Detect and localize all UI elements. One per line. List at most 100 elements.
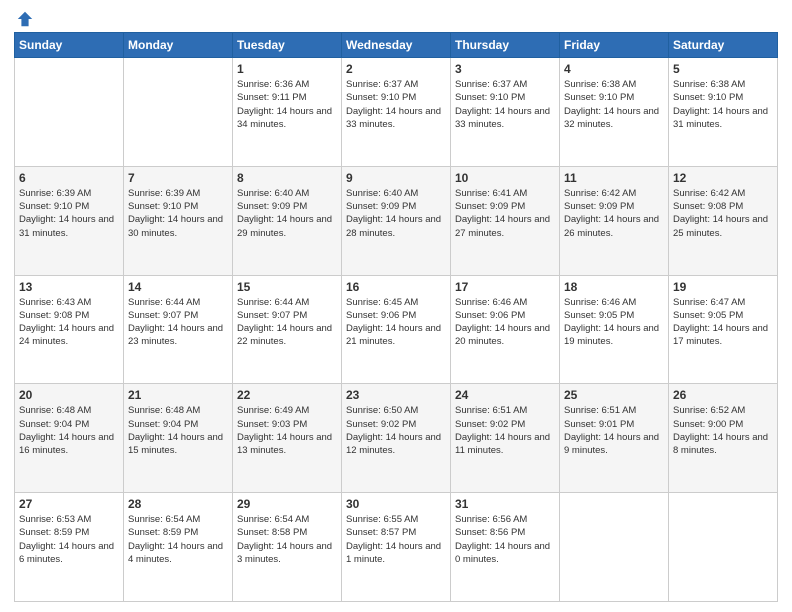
calendar-cell: 29 Sunrise: 6:54 AMSunset: 8:58 PMDayligh… — [233, 493, 342, 602]
day-number: 23 — [346, 388, 446, 402]
calendar-cell: 18 Sunrise: 6:46 AMSunset: 9:05 PMDayligh… — [560, 275, 669, 384]
day-number: 20 — [19, 388, 119, 402]
day-info: Sunrise: 6:52 AMSunset: 9:00 PMDaylight:… — [673, 404, 773, 457]
calendar-cell: 1 Sunrise: 6:36 AMSunset: 9:11 PMDaylight… — [233, 58, 342, 167]
calendar-cell — [560, 493, 669, 602]
col-header-sunday: Sunday — [15, 33, 124, 58]
day-number: 3 — [455, 62, 555, 76]
day-number: 15 — [237, 280, 337, 294]
day-number: 26 — [673, 388, 773, 402]
day-info: Sunrise: 6:40 AMSunset: 9:09 PMDaylight:… — [346, 187, 446, 240]
day-number: 29 — [237, 497, 337, 511]
calendar-cell — [15, 58, 124, 167]
day-number: 1 — [237, 62, 337, 76]
calendar-cell: 19Sunrise: 6:47 AMSunset: 9:05 PMDayligh… — [669, 275, 778, 384]
calendar-week-row: 1 Sunrise: 6:36 AMSunset: 9:11 PMDaylight… — [15, 58, 778, 167]
calendar-week-row: 20 Sunrise: 6:48 AMSunset: 9:04 PMDayligh… — [15, 384, 778, 493]
day-info: Sunrise: 6:38 AMSunset: 9:10 PMDaylight:… — [673, 78, 773, 131]
calendar-cell: 11 Sunrise: 6:42 AMSunset: 9:09 PMDayligh… — [560, 166, 669, 275]
day-info: Sunrise: 6:42 AMSunset: 9:08 PMDaylight:… — [673, 187, 773, 240]
day-number: 8 — [237, 171, 337, 185]
col-header-saturday: Saturday — [669, 33, 778, 58]
day-info: Sunrise: 6:54 AMSunset: 8:58 PMDaylight:… — [237, 513, 337, 566]
calendar-cell: 7 Sunrise: 6:39 AMSunset: 9:10 PMDaylight… — [124, 166, 233, 275]
day-number: 14 — [128, 280, 228, 294]
day-info: Sunrise: 6:49 AMSunset: 9:03 PMDaylight:… — [237, 404, 337, 457]
calendar-cell: 20 Sunrise: 6:48 AMSunset: 9:04 PMDayligh… — [15, 384, 124, 493]
calendar-cell — [669, 493, 778, 602]
day-number: 5 — [673, 62, 773, 76]
calendar-cell: 16 Sunrise: 6:45 AMSunset: 9:06 PMDayligh… — [342, 275, 451, 384]
calendar-week-row: 6 Sunrise: 6:39 AMSunset: 9:10 PMDaylight… — [15, 166, 778, 275]
day-info: Sunrise: 6:43 AMSunset: 9:08 PMDaylight:… — [19, 296, 119, 349]
day-number: 21 — [128, 388, 228, 402]
day-info: Sunrise: 6:39 AMSunset: 9:10 PMDaylight:… — [128, 187, 228, 240]
logo — [14, 10, 34, 24]
day-number: 6 — [19, 171, 119, 185]
header — [14, 10, 778, 24]
day-number: 19 — [673, 280, 773, 294]
calendar-cell: 31 Sunrise: 6:56 AMSunset: 8:56 PMDayligh… — [451, 493, 560, 602]
day-number: 18 — [564, 280, 664, 294]
calendar-cell: 8 Sunrise: 6:40 AMSunset: 9:09 PMDaylight… — [233, 166, 342, 275]
day-info: Sunrise: 6:45 AMSunset: 9:06 PMDaylight:… — [346, 296, 446, 349]
day-number: 27 — [19, 497, 119, 511]
calendar-cell: 9 Sunrise: 6:40 AMSunset: 9:09 PMDaylight… — [342, 166, 451, 275]
calendar-cell: 15Sunrise: 6:44 AMSunset: 9:07 PMDayligh… — [233, 275, 342, 384]
page: SundayMondayTuesdayWednesdayThursdayFrid… — [0, 0, 792, 612]
day-info: Sunrise: 6:36 AMSunset: 9:11 PMDaylight:… — [237, 78, 337, 131]
day-info: Sunrise: 6:40 AMSunset: 9:09 PMDaylight:… — [237, 187, 337, 240]
day-info: Sunrise: 6:54 AMSunset: 8:59 PMDaylight:… — [128, 513, 228, 566]
day-info: Sunrise: 6:48 AMSunset: 9:04 PMDaylight:… — [128, 404, 228, 457]
calendar-cell: 2 Sunrise: 6:37 AMSunset: 9:10 PMDaylight… — [342, 58, 451, 167]
day-number: 25 — [564, 388, 664, 402]
day-info: Sunrise: 6:44 AMSunset: 9:07 PMDaylight:… — [128, 296, 228, 349]
calendar-cell: 14 Sunrise: 6:44 AMSunset: 9:07 PMDayligh… — [124, 275, 233, 384]
col-header-friday: Friday — [560, 33, 669, 58]
day-info: Sunrise: 6:51 AMSunset: 9:02 PMDaylight:… — [455, 404, 555, 457]
calendar-cell: 5 Sunrise: 6:38 AMSunset: 9:10 PMDaylight… — [669, 58, 778, 167]
day-number: 31 — [455, 497, 555, 511]
calendar-cell: 28Sunrise: 6:54 AMSunset: 8:59 PMDayligh… — [124, 493, 233, 602]
day-info: Sunrise: 6:50 AMSunset: 9:02 PMDaylight:… — [346, 404, 446, 457]
day-number: 30 — [346, 497, 446, 511]
calendar-cell: 3 Sunrise: 6:37 AMSunset: 9:10 PMDaylight… — [451, 58, 560, 167]
calendar-cell: 17Sunrise: 6:46 AMSunset: 9:06 PMDayligh… — [451, 275, 560, 384]
day-info: Sunrise: 6:37 AMSunset: 9:10 PMDaylight:… — [455, 78, 555, 131]
day-info: Sunrise: 6:53 AMSunset: 8:59 PMDaylight:… — [19, 513, 119, 566]
calendar-cell: 10 Sunrise: 6:41 AMSunset: 9:09 PMDayligh… — [451, 166, 560, 275]
day-info: Sunrise: 6:48 AMSunset: 9:04 PMDaylight:… — [19, 404, 119, 457]
calendar-cell: 4 Sunrise: 6:38 AMSunset: 9:10 PMDaylight… — [560, 58, 669, 167]
day-number: 11 — [564, 171, 664, 185]
calendar-cell — [124, 58, 233, 167]
col-header-thursday: Thursday — [451, 33, 560, 58]
day-number: 4 — [564, 62, 664, 76]
day-number: 2 — [346, 62, 446, 76]
col-header-tuesday: Tuesday — [233, 33, 342, 58]
day-info: Sunrise: 6:56 AMSunset: 8:56 PMDaylight:… — [455, 513, 555, 566]
day-number: 24 — [455, 388, 555, 402]
day-number: 9 — [346, 171, 446, 185]
col-header-monday: Monday — [124, 33, 233, 58]
day-info: Sunrise: 6:38 AMSunset: 9:10 PMDaylight:… — [564, 78, 664, 131]
day-info: Sunrise: 6:41 AMSunset: 9:09 PMDaylight:… — [455, 187, 555, 240]
day-number: 16 — [346, 280, 446, 294]
col-header-wednesday: Wednesday — [342, 33, 451, 58]
calendar-cell: 22 Sunrise: 6:49 AMSunset: 9:03 PMDayligh… — [233, 384, 342, 493]
day-number: 13 — [19, 280, 119, 294]
calendar-body: 1 Sunrise: 6:36 AMSunset: 9:11 PMDaylight… — [15, 58, 778, 602]
day-number: 17 — [455, 280, 555, 294]
day-number: 10 — [455, 171, 555, 185]
calendar-cell: 24 Sunrise: 6:51 AMSunset: 9:02 PMDayligh… — [451, 384, 560, 493]
calendar-week-row: 13 Sunrise: 6:43 AMSunset: 9:08 PMDayligh… — [15, 275, 778, 384]
day-number: 7 — [128, 171, 228, 185]
day-info: Sunrise: 6:37 AMSunset: 9:10 PMDaylight:… — [346, 78, 446, 131]
day-info: Sunrise: 6:46 AMSunset: 9:05 PMDaylight:… — [564, 296, 664, 349]
calendar-cell: 21 Sunrise: 6:48 AMSunset: 9:04 PMDayligh… — [124, 384, 233, 493]
day-number: 22 — [237, 388, 337, 402]
calendar-cell: 23 Sunrise: 6:50 AMSunset: 9:02 PMDayligh… — [342, 384, 451, 493]
day-info: Sunrise: 6:42 AMSunset: 9:09 PMDaylight:… — [564, 187, 664, 240]
calendar-cell: 27 Sunrise: 6:53 AMSunset: 8:59 PMDayligh… — [15, 493, 124, 602]
calendar-cell: 6Sunrise: 6:39 AMSunset: 9:10 PMDaylight… — [15, 166, 124, 275]
calendar-cell: 30Sunrise: 6:55 AMSunset: 8:57 PMDayligh… — [342, 493, 451, 602]
